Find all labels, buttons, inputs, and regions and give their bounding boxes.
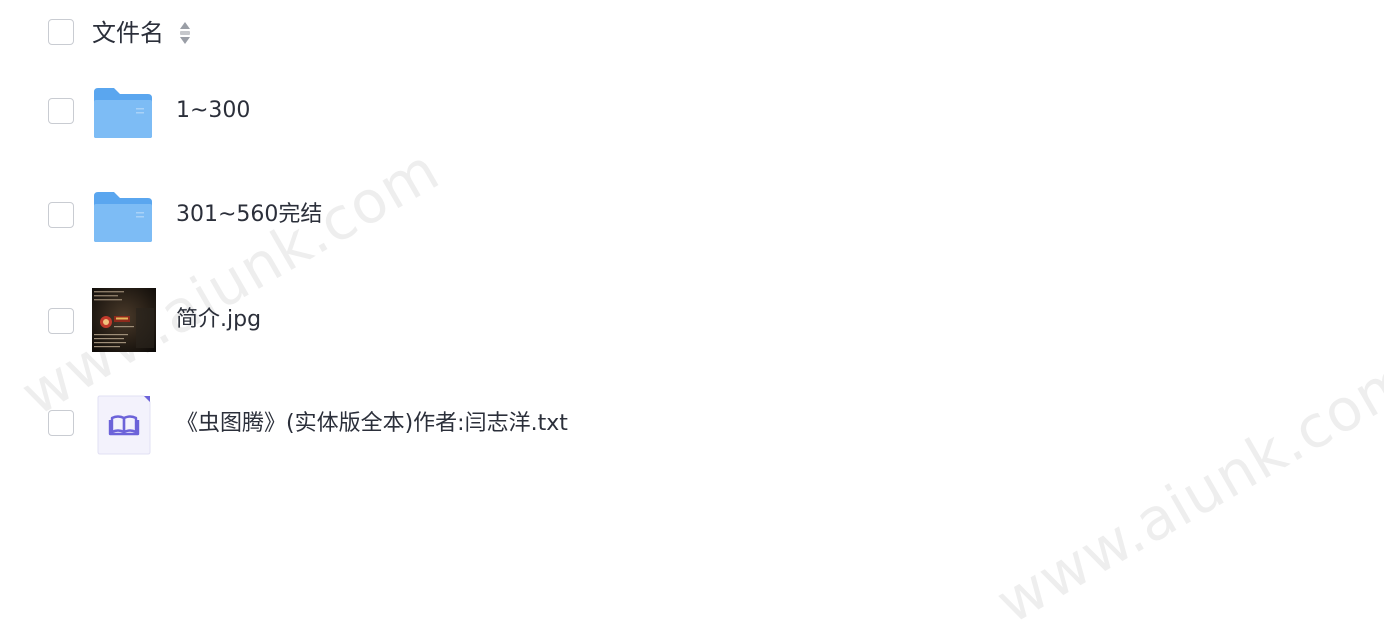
file-name[interactable]: 1~300 [176, 96, 250, 126]
file-name[interactable]: 《虫图腾》(实体版全本)作者:闫志洋.txt [176, 409, 568, 439]
row-checkbox[interactable] [48, 410, 74, 436]
folder-icon [94, 88, 152, 138]
row-checkbox[interactable] [48, 308, 74, 334]
file-name[interactable]: 301~560完结 [176, 200, 322, 230]
row-checkbox[interactable] [48, 98, 74, 124]
sort-icon[interactable] [178, 20, 192, 46]
column-header-filename[interactable]: 文件名 [92, 17, 164, 49]
file-name[interactable]: 简介.jpg [176, 305, 261, 335]
image-thumbnail [92, 288, 156, 352]
folder-icon [94, 192, 152, 242]
header-row: 文件名 [0, 0, 1384, 66]
file-row[interactable]: 《虫图腾》(实体版全本)作者:闫志洋.txt [0, 392, 1384, 456]
file-row[interactable]: 1~300 [0, 80, 1384, 144]
watermark-top: www.aiunk.com [10, 135, 451, 429]
watermark-bottom: www.aiunk.com [985, 343, 1384, 637]
select-all-checkbox[interactable] [48, 19, 74, 45]
book-file-icon [97, 395, 151, 455]
file-row[interactable]: 简介.jpg [0, 288, 1384, 352]
row-checkbox[interactable] [48, 202, 74, 228]
file-row[interactable]: 301~560完结 [0, 184, 1384, 248]
